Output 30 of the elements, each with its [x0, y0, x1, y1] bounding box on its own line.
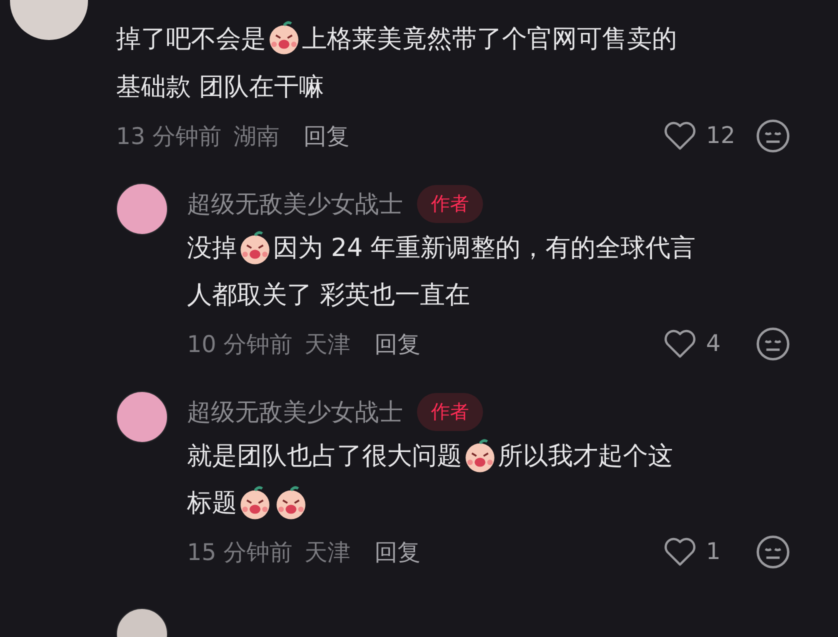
frog-avatar[interactable]: [116, 183, 168, 235]
comment-text: 没掉: [187, 232, 237, 264]
like-count: 1: [706, 539, 722, 565]
timestamp: 10 分钟前: [187, 330, 293, 360]
username[interactable]: 超级无敌美少女战士: [187, 188, 403, 220]
like-count: 4: [706, 331, 722, 357]
comment-text: 就是团队也占了很大问题: [187, 440, 462, 472]
comment-text: 掉了吧不会是: [116, 22, 266, 54]
reply-link[interactable]: 回复: [374, 536, 421, 568]
reply-link[interactable]: 回复: [374, 328, 421, 360]
comment-text: 上格莱美竟然带了个官网可售卖的: [302, 22, 677, 54]
emoji-reaction-icon[interactable]: [754, 325, 792, 363]
author-badge: 作者: [417, 185, 483, 223]
timestamp: 13 分钟前: [116, 122, 222, 152]
emoji-reaction-icon[interactable]: [754, 117, 792, 155]
like-count: 12: [706, 123, 736, 149]
comment-text: 人都取关了 彩英也一直在: [187, 279, 470, 311]
timestamp: 15 分钟前: [187, 538, 293, 568]
comment-text: 所以我才起个这: [498, 440, 673, 472]
emoji-reaction-icon[interactable]: [754, 533, 792, 571]
location: 天津: [304, 330, 351, 360]
comment-text: 标题: [187, 487, 237, 519]
author-badge: 作者: [417, 393, 483, 431]
username[interactable]: 超级无敌美少女战士: [187, 396, 403, 428]
reply-link[interactable]: 回复: [304, 120, 350, 152]
frog-avatar[interactable]: [116, 391, 168, 443]
location: 天津: [304, 538, 351, 568]
comment-text: 因为 24 年重新调整的，有的全球代言: [273, 232, 696, 264]
comment-text: 基础款 团队在干嘛: [116, 70, 324, 102]
location: 湖南: [234, 122, 280, 152]
